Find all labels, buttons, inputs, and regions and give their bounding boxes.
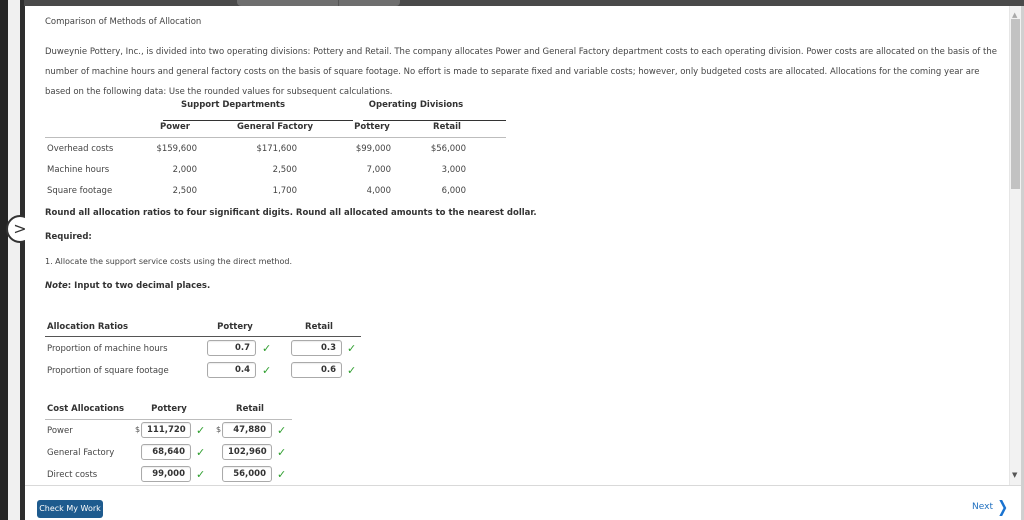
row-label: Direct costs [47,470,98,480]
input-note: Note: Input to two decimal places. [45,281,210,291]
operating-rule [363,120,506,121]
cost-input-gf-retail[interactable]: 102,960 [222,444,272,460]
problem-description: Duweynie Pottery, Inc., is divided into … [45,47,997,97]
row-label: Overhead costs [47,144,114,154]
cell: $159,600 [156,144,197,154]
col-header-pottery: Pottery [354,122,390,132]
cost-input-direct-pottery[interactable]: 99,000 [141,466,191,482]
ratios-col-pottery: Pottery [217,322,253,332]
cell: 7,000 [366,165,391,175]
next-label: Next [972,502,993,512]
group-header-support: Support Departments [180,100,286,110]
ratios-header: Allocation Ratios [47,322,129,332]
check-icon: ✓ [196,446,206,459]
cost-input-gf-pottery[interactable]: 68,640 [141,444,191,460]
scrollbar-thumb[interactable] [1011,19,1020,189]
note-prefix: Note [45,281,68,291]
dollar-sign: $ [216,425,222,434]
row-label: Power [47,426,73,436]
problem-title: Comparison of Methods of Allocation [45,17,202,27]
row-label: Proportion of square footage [47,366,169,376]
required-label: Required: [45,232,92,242]
ratio-input-sqft-retail[interactable]: 0.6 [291,362,342,378]
cost-col-pottery: Pottery [151,404,187,414]
col-header-power: Power [160,122,190,132]
cell: 6,000 [441,186,466,196]
cell: $99,000 [355,144,391,154]
row-label: Machine hours [47,165,110,175]
check-icon: ✓ [277,468,287,481]
check-icon: ✓ [196,424,206,437]
check-icon: ✓ [277,424,287,437]
vertical-scrollbar[interactable]: ▲ ▼ [1009,6,1021,485]
rounding-note: Round all allocation ratios to four sign… [45,208,537,218]
check-icon: ✓ [262,364,272,377]
cost-input-direct-retail[interactable]: 56,000 [222,466,272,482]
cost-input-power-pottery[interactable]: 111,720 [141,422,191,438]
footer-bar [25,485,1021,520]
header-rule [45,137,506,138]
ratios-col-retail: Retail [305,322,333,332]
ratio-input-sqft-pottery[interactable]: 0.4 [207,362,256,378]
check-icon: ✓ [277,446,287,459]
left-gutter [0,0,8,520]
cost-input-power-retail[interactable]: 47,880 [222,422,272,438]
cell: 2,500 [272,165,297,175]
cell: 2,500 [172,186,197,196]
task-text: 1. Allocate the support service costs us… [45,257,293,266]
ratio-input-machine-pottery[interactable]: 0.7 [207,340,256,356]
check-icon: ✓ [262,342,272,355]
cell: 1,700 [272,186,297,196]
check-icon: ✓ [347,342,357,355]
cost-allocations-header: Cost Allocations [47,404,125,414]
scroll-down-icon[interactable]: ▼ [1012,472,1017,479]
col-header-retail: Retail [433,122,461,132]
cell: 2,000 [172,165,197,175]
row-label: Proportion of machine hours [47,344,168,354]
next-button[interactable]: Next ❯ [972,499,1009,515]
problem-content: Comparison of Methods of Allocation Duwe… [25,6,1009,485]
cost-col-retail: Retail [236,404,264,414]
cell: $171,600 [256,144,297,154]
row-label: Square footage [47,186,113,196]
col-header-general-factory: General Factory [236,122,314,132]
note-text: : Input to two decimal places. [67,281,211,291]
row-label: General Factory [47,448,115,458]
scroll-up-icon[interactable]: ▲ [1012,12,1017,19]
cell: $56,000 [430,144,466,154]
check-icon: ✓ [196,468,206,481]
chevron-right-icon: ❯ [997,497,1009,516]
check-icon: ✓ [347,364,357,377]
check-my-work-button[interactable]: Check My Work [37,500,103,518]
ratios-rule [45,336,361,337]
cell: 4,000 [366,186,391,196]
group-header-operating: Operating Divisions [368,100,464,110]
dollar-sign: $ [135,425,141,434]
cell: 3,000 [441,165,466,175]
ratio-input-machine-retail[interactable]: 0.3 [291,340,342,356]
cost-rule [45,419,292,420]
support-rule [163,120,353,121]
